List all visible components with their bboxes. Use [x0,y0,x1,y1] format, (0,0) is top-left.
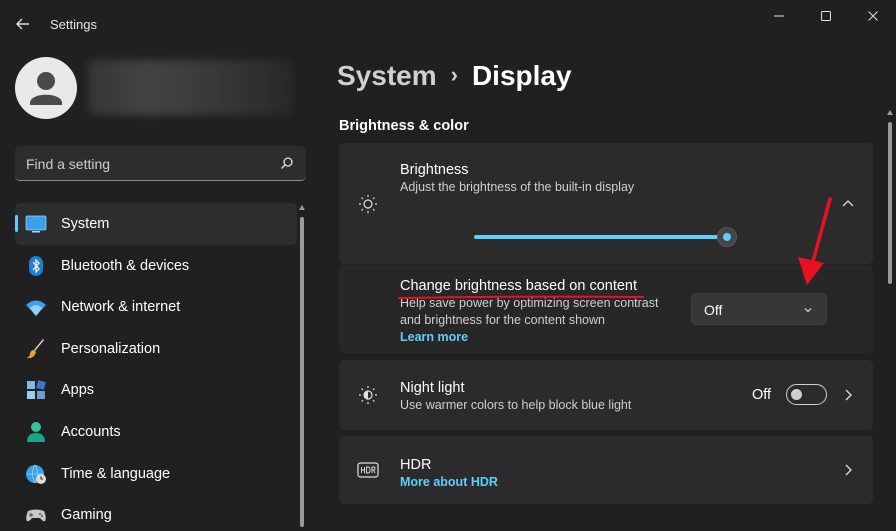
brightness-description: Adjust the brightness of the built-in di… [400,180,635,194]
hdr-card[interactable]: HDR More about HDR [339,436,873,504]
night-light-card[interactable]: Night light Use warmer colors to help bl… [339,360,873,430]
hdr-icon [357,462,379,478]
breadcrumb-separator: › [450,62,458,87]
scrollbar-thumb[interactable] [300,217,304,527]
content-brightness-title: Change brightness based on content [400,278,638,294]
content-brightness-description-2: and brightness for the content shown [400,313,605,327]
slider-thumb[interactable] [717,227,737,247]
maximize-icon[interactable] [815,8,837,24]
learn-more-link[interactable]: Learn more [400,330,468,344]
night-light-description: Use warmer colors to help block blue lig… [400,398,632,412]
close-icon[interactable] [862,8,884,24]
chevron-right-icon[interactable] [841,388,855,402]
page-title: Display [471,60,572,91]
apps-icon [27,380,46,400]
sidebar-item-apps[interactable]: Apps [15,369,297,411]
night-light-icon [359,386,377,404]
more-about-hdr-link[interactable]: More about HDR [400,475,498,489]
brightness-slider[interactable] [474,227,747,247]
scrollbar-thumb[interactable] [888,122,892,284]
red-underline-annotation [397,295,645,299]
sidebar-item-label: Accounts [61,423,121,440]
gamepad-icon [26,509,46,522]
chevron-right-icon[interactable] [841,463,855,477]
sidebar-item-label: System [61,216,110,232]
night-light-state: Off [752,387,772,403]
toggle-knob [791,389,802,400]
sidebar-item-system[interactable]: System [15,203,297,245]
sidebar-item-bluetooth[interactable]: Bluetooth & devices [15,245,297,287]
search-input[interactable]: Find a setting [26,156,110,172]
hdr-title: HDR [400,457,432,473]
brightness-title: Brightness [400,162,469,178]
sidebar-item-label: Apps [61,382,95,399]
paintbrush-icon [27,338,44,358]
globe-clock-icon [26,464,46,484]
sidebar-scrollbar[interactable] [298,205,306,531]
sidebar-nav: System Bluetooth & devices Network & int… [15,203,297,531]
breadcrumb-parent[interactable]: System [337,60,437,91]
sidebar-item-gaming[interactable]: Gaming [15,494,297,531]
sun-icon [359,195,377,213]
sidebar-item-label: Personalization [61,340,161,357]
title-bar: Settings [0,0,896,48]
sidebar-item-label: Bluetooth & devices [61,257,190,274]
scroll-up-icon[interactable] [299,205,305,210]
main-scrollbar[interactable] [886,110,894,531]
blurred-account-name [88,60,293,115]
sidebar-item-label: Gaming [61,507,112,524]
app-title: Settings [50,17,97,32]
system-icon [25,215,47,233]
night-light-title: Night light [400,380,465,396]
red-arrow-annotation [798,197,832,285]
sidebar-item-personalization[interactable]: Personalization [15,328,297,370]
back-arrow-icon[interactable] [12,13,34,35]
minimize-icon[interactable] [768,8,790,24]
scroll-up-icon[interactable] [887,110,893,115]
search-box[interactable]: Find a setting [15,146,306,181]
slider-fill [474,235,727,239]
search-icon[interactable] [280,156,294,170]
user-icon [30,72,62,105]
sidebar-item-network[interactable]: Network & internet [15,286,297,328]
chevron-down-icon [804,308,812,313]
dropdown-value: Off [704,302,723,318]
night-light-toggle[interactable] [786,384,827,405]
breadcrumb: System › Display [337,60,572,92]
section-title: Brightness & color [339,118,469,134]
bluetooth-icon [29,255,43,276]
chevron-up-icon[interactable] [841,197,855,211]
accounts-icon [27,421,45,442]
sidebar-item-label: Time & language [61,465,171,482]
wifi-icon [26,300,46,317]
sidebar-item-time-language[interactable]: Time & language [15,453,297,495]
sidebar-item-accounts[interactable]: Accounts [15,411,297,453]
avatar[interactable] [15,57,77,119]
sidebar-item-label: Network & internet [61,299,181,316]
content-brightness-dropdown[interactable]: Off [691,293,827,325]
